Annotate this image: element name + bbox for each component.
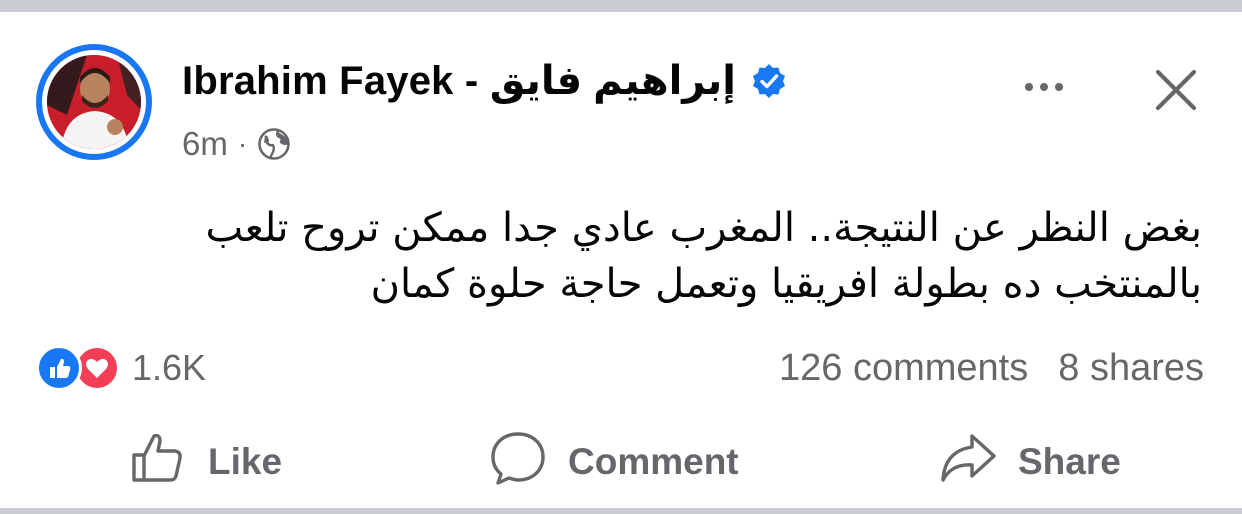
share-label: Share	[1018, 441, 1121, 482]
engagement-stats: 126 comments 8 shares	[779, 344, 1204, 392]
author-name[interactable]: Ibrahim Fayek - إبراهيم فايق	[182, 58, 736, 104]
verified-badge-icon	[750, 62, 788, 100]
globe-icon[interactable]	[257, 127, 291, 161]
like-reaction-icon	[36, 345, 82, 391]
share-button[interactable]: Share	[938, 426, 1121, 498]
post-text-line-1: بغض النظر عن النتيجة.. المغرب عادي جدا م…	[205, 205, 1202, 251]
more-dot	[1025, 83, 1033, 91]
like-button[interactable]: Like	[128, 426, 282, 498]
shares-count[interactable]: 8 shares	[1058, 347, 1204, 390]
close-icon[interactable]	[1152, 66, 1200, 114]
avatar-ring	[42, 50, 146, 154]
avatar-portrait-icon	[47, 55, 141, 149]
reaction-count: 1.6K	[132, 347, 207, 388]
more-dot	[1040, 83, 1048, 91]
like-label: Like	[208, 441, 283, 482]
meta-separator: ·	[237, 128, 248, 159]
post-card: Ibrahim Fayek - إبراهيم فايق 6m · بغض ال…	[0, 12, 1242, 508]
more-dot	[1055, 83, 1063, 91]
post-text: بغض النظر عن النتيجة.. المغرب عادي جدا م…	[42, 200, 1202, 312]
author-row: Ibrahim Fayek - إبراهيم فايق	[182, 56, 788, 106]
comment-label: Comment	[568, 441, 739, 482]
post-time[interactable]: 6m	[182, 125, 228, 163]
comment-button[interactable]: Comment	[488, 426, 739, 498]
reactions-summary[interactable]: 1.6K	[36, 344, 206, 392]
post-text-line-2: بالمنتخب ده بطولة افريقيا وتعمل حاجة حلو…	[370, 261, 1202, 307]
share-icon	[938, 428, 998, 497]
post-meta: 6m ·	[182, 122, 291, 166]
comments-count[interactable]: 126 comments	[779, 347, 1028, 390]
more-options-icon[interactable]	[1016, 72, 1072, 102]
avatar-photo	[47, 55, 141, 149]
author-avatar[interactable]	[36, 44, 152, 160]
action-bar: Like Comment Share	[0, 426, 1242, 498]
like-icon	[128, 428, 188, 497]
comment-icon	[488, 428, 548, 497]
